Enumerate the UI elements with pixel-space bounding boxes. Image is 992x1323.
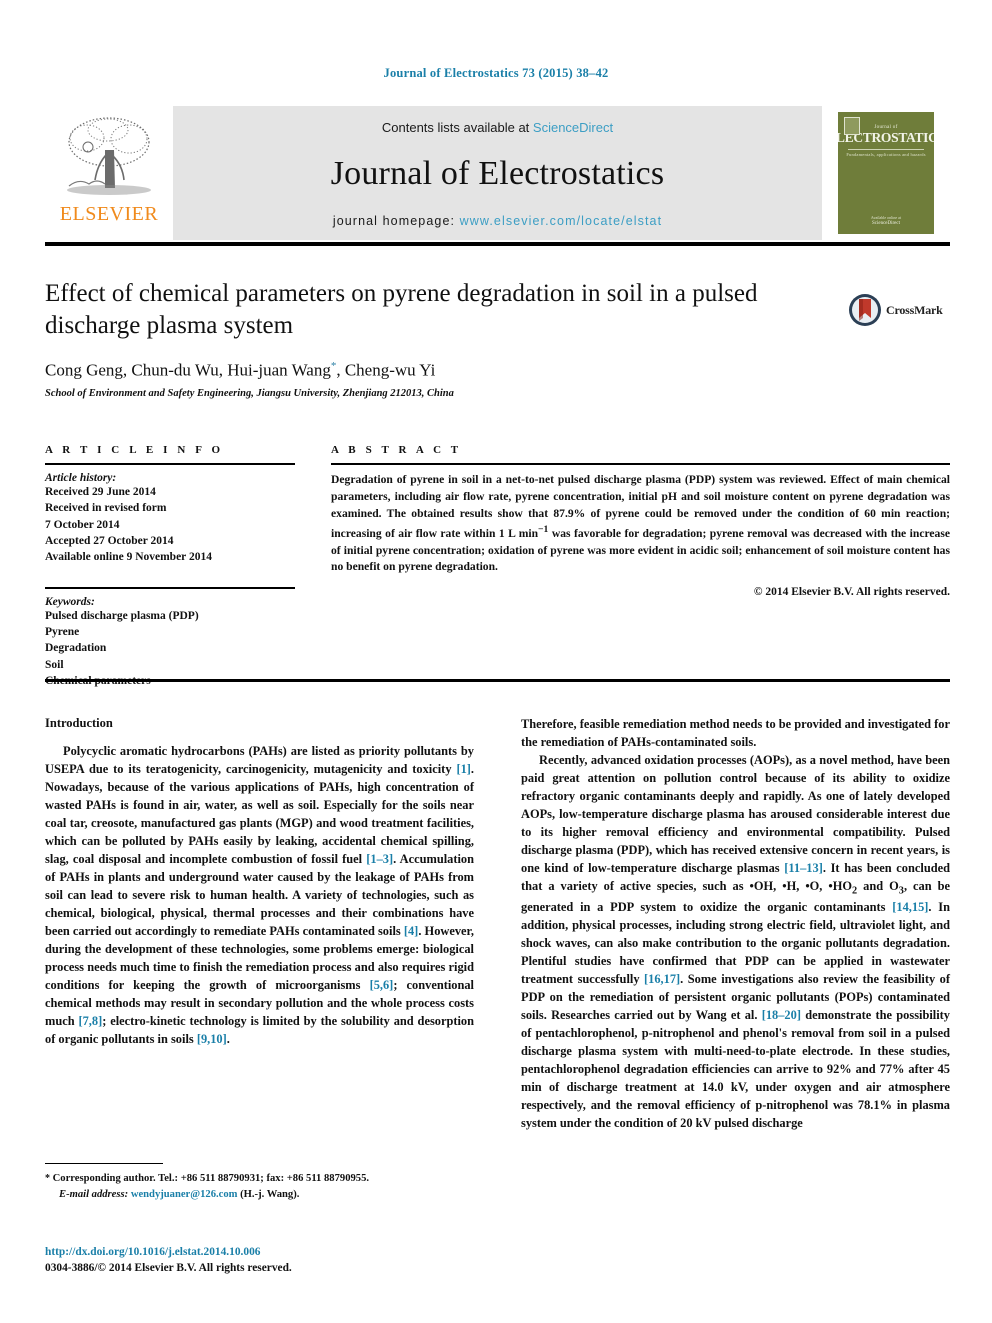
history-item: 7 October 2014 [45, 518, 120, 531]
running-head: Journal of Electrostatics 73 (2015) 38–4… [383, 66, 609, 80]
email-address-label: E-mail address: [59, 1188, 129, 1200]
cover-bottom-block: Available online at ScienceDirect [838, 215, 934, 226]
abstract-rule [331, 463, 950, 465]
history-item: Received in revised form [45, 502, 167, 515]
body-paragraph: Recently, advanced oxidation processes (… [521, 752, 950, 1131]
body-paragraph: Polycyclic aromatic hydrocarbons (PAHs) … [45, 744, 475, 1046]
journal-homepage-line: journal homepage: www.elsevier.com/locat… [333, 214, 662, 228]
keyword-item: Soil [45, 658, 64, 671]
keywords-rule [45, 586, 295, 589]
article-first-page: Journal of Electrostatics 73 (2015) 38–4… [0, 0, 992, 1323]
body-left-column: Introduction Polycyclic aromatic hydroca… [45, 716, 474, 1133]
cover-bottom-brand: ScienceDirect [871, 221, 901, 226]
crossmark-badge[interactable]: CrossMark [848, 288, 948, 332]
footnote-divider [45, 1163, 163, 1164]
masthead-center: Contents lists available at ScienceDirec… [173, 106, 822, 240]
cover-elsevier-mark-icon [844, 117, 860, 135]
contents-prefix: Contents lists available at [381, 120, 533, 135]
crossmark-icon [849, 294, 881, 326]
introduction-heading: Introduction [45, 716, 113, 730]
abstract-text: Degradation of pyrene in soil in a net-t… [331, 473, 950, 574]
email-suffix: (H.-j. Wang). [237, 1188, 300, 1200]
journal-cover: Journal of ELECTROSTATICS Fundamentals, … [822, 106, 950, 240]
keywords-label: Keywords: [45, 595, 95, 608]
publisher-footer: http://dx.doi.org/10.1016/j.elstat.2014.… [45, 1245, 545, 1277]
cover-divider [848, 148, 924, 150]
cover-bottom-small: Available online at [870, 215, 902, 220]
abstract-heading: A B S T R A C T [331, 444, 462, 456]
issn-copyright: 0304-3886/© 2014 Elsevier B.V. All right… [45, 1261, 292, 1274]
elsevier-tree-icon [67, 117, 151, 195]
article-history-label: Article history: [45, 472, 117, 484]
info-abstract-row: A R T I C L E I N F O Article history: R… [45, 444, 950, 689]
elsevier-logo: ELSEVIER [45, 106, 173, 240]
article-info-rule [45, 463, 295, 465]
sciencedirect-link[interactable]: ScienceDirect [533, 120, 613, 135]
affiliation: School of Environment and Safety Enginee… [45, 387, 454, 399]
authors-before-marker: Cong Geng, Chun-du Wu, Hui-juan Wang [45, 360, 331, 380]
contents-available-line: Contents lists available at ScienceDirec… [382, 120, 613, 135]
history-item: Received 29 June 2014 [45, 486, 156, 498]
author-list: Cong Geng, Chun-du Wu, Hui-juan Wang*, C… [45, 360, 835, 381]
footnote-corresponding-line: * Corresponding author. Tel.: +86 511 88… [45, 1171, 474, 1187]
page-title: Effect of chemical parameters on pyrene … [45, 280, 758, 339]
journal-cover-thumbnail: Journal of ELECTROSTATICS Fundamentals, … [838, 112, 934, 234]
homepage-prefix: journal homepage: [332, 214, 460, 228]
footnote-email-line: E-mail address: wendyjuaner@126.com (H.-… [45, 1187, 474, 1202]
abstract-copyright: © 2014 Elsevier B.V. All rights reserved… [753, 586, 950, 599]
article-info-heading: A R T I C L E I N F O [45, 444, 224, 456]
corresponding-author-footnote: * Corresponding author. Tel.: +86 511 88… [45, 1163, 474, 1202]
keyword-item: Degradation [45, 642, 107, 655]
footnote-corresponding-text: Corresponding author. Tel.: +86 511 8879… [50, 1173, 370, 1184]
doi-link[interactable]: http://dx.doi.org/10.1016/j.elstat.2014.… [45, 1245, 545, 1261]
keyword-item: Pulsed discharge plasma (PDP) [45, 609, 199, 622]
elsevier-wordmark: ELSEVIER [59, 203, 159, 225]
authors-after-marker: , Cheng-wu Yi [336, 360, 436, 380]
abstract-column: A B S T R A C T Degradation of pyrene in… [331, 444, 950, 689]
history-item: Accepted 27 October 2014 [45, 534, 174, 547]
journal-title: Journal of Electrostatics [330, 155, 665, 192]
body-columns: Introduction Polycyclic aromatic hydroca… [45, 716, 950, 1133]
body-right-column: Therefore, feasible remediation method n… [521, 716, 950, 1133]
homepage-url-link[interactable]: www.elsevier.com/locate/elstat [460, 214, 663, 228]
title-block: Effect of chemical parameters on pyrene … [45, 278, 835, 399]
journal-masthead: ELSEVIER Contents lists available at Sci… [45, 106, 950, 240]
history-item: Available online 9 November 2014 [45, 551, 212, 564]
cover-tagline: Fundamentals, applications and hazards [846, 151, 926, 157]
section-divider-rule [45, 679, 950, 682]
crossmark-label: CrossMark [886, 302, 943, 317]
article-info-column: A R T I C L E I N F O Article history: R… [45, 444, 295, 689]
email-link[interactable]: wendyjuaner@126.com [131, 1189, 238, 1200]
body-paragraph: Therefore, feasible remediation method n… [521, 717, 950, 749]
keyword-item: Pyrene [45, 625, 80, 638]
masthead-bottom-rule [45, 242, 950, 246]
